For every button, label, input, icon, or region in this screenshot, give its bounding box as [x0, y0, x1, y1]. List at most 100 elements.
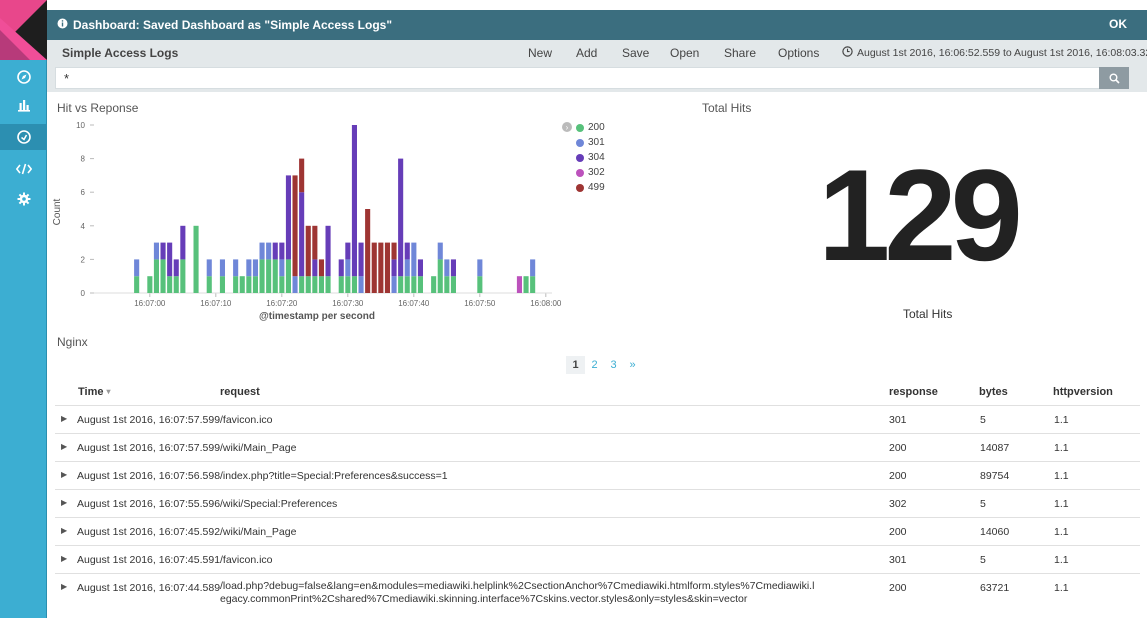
bar-segment-304 — [338, 259, 344, 277]
legend-item[interactable]: 499 — [576, 180, 605, 195]
bar-segment-499 — [299, 158, 305, 193]
sidebar — [0, 0, 47, 618]
expand-row-icon[interactable]: ▶ — [61, 582, 67, 591]
bar-segment-200 — [398, 276, 404, 293]
expand-row-icon[interactable]: ▶ — [61, 526, 67, 535]
search-button[interactable] — [1099, 67, 1129, 89]
share-button[interactable]: Share — [724, 46, 756, 60]
bar-segment-499 — [318, 259, 324, 277]
page-1-button[interactable]: 1 — [566, 356, 585, 374]
time-range-text: August 1st 2016, 16:06:52.559 to August … — [857, 47, 1147, 59]
bar-segment-200 — [239, 276, 245, 293]
dashboard-titlebar: Simple Access Logs New Add Save Open Sha… — [47, 40, 1147, 66]
bar-segment-200 — [312, 276, 318, 293]
bar-segment-304 — [167, 242, 173, 277]
cell-request-text: /index.php?title=Special:Preferences&suc… — [220, 470, 448, 482]
col-header-httpversion[interactable]: httpversion — [1053, 378, 1113, 405]
dashboard-icon[interactable] — [0, 124, 47, 150]
next-page-button[interactable]: » — [623, 356, 642, 374]
expand-row-icon[interactable]: ▶ — [61, 470, 67, 479]
y-tick-label: 4 — [81, 222, 86, 231]
bar-segment-200 — [411, 276, 417, 293]
bar-segment-200 — [153, 259, 159, 293]
time-picker[interactable]: August 1st 2016, 16:06:52.559 to August … — [842, 46, 1147, 60]
page-3-button[interactable]: 3 — [604, 356, 623, 374]
save-button[interactable]: Save — [622, 46, 649, 60]
legend-item[interactable]: 200 — [576, 120, 605, 135]
bar-segment-499 — [384, 242, 390, 293]
expand-row-icon[interactable]: ▶ — [61, 498, 67, 507]
cell-bytes: 5 — [980, 414, 986, 426]
bar-segment-200 — [299, 276, 305, 293]
notification-message: Dashboard: Saved Dashboard as "Simple Ac… — [73, 18, 393, 32]
new-button[interactable]: New — [528, 46, 552, 60]
total-hits-label: Total Hits — [903, 307, 953, 321]
col-header-response[interactable]: response — [889, 378, 938, 405]
page-2-button[interactable]: 2 — [585, 356, 604, 374]
cell-request: /wiki/Main_Page — [220, 442, 296, 455]
bar-segment-301 — [134, 259, 140, 277]
cell-request-text: /favicon.ico — [220, 414, 273, 426]
col-header-time[interactable]: Time ▾ — [78, 378, 111, 405]
y-tick-label: 8 — [81, 155, 86, 164]
bar-segment-200 — [134, 276, 140, 293]
table-row[interactable]: ▶ August 1st 2016, 16:07:44.589/load.php?… — [55, 573, 1140, 613]
bar-segment-304 — [312, 259, 318, 277]
options-button[interactable]: Options — [778, 46, 819, 60]
table-row[interactable]: ▶ August 1st 2016, 16:07:55.596/wiki/Spec… — [55, 489, 1140, 517]
legend-swatch — [576, 138, 584, 147]
legend-toggle-icon[interactable]: › — [562, 122, 572, 132]
table-row[interactable]: ▶ August 1st 2016, 16:07:45.592/wiki/Main… — [55, 517, 1140, 545]
bar-segment-200 — [173, 276, 179, 293]
legend-label: 304 — [588, 152, 605, 163]
cell-httpversion: 1.1 — [1054, 414, 1069, 426]
y-tick-label: 2 — [81, 255, 86, 264]
bar-segment-304 — [272, 242, 278, 260]
search-input[interactable] — [55, 67, 1100, 89]
bar-segment-304 — [285, 175, 291, 260]
cell-time: August 1st 2016, 16:07:45.591 — [77, 554, 221, 566]
cell-time: August 1st 2016, 16:07:56.598 — [77, 470, 221, 482]
cell-response: 301 — [889, 554, 907, 566]
bar-segment-304 — [450, 259, 456, 277]
col-header-bytes[interactable]: bytes — [979, 378, 1008, 405]
cell-response: 302 — [889, 498, 907, 510]
legend-label: 499 — [588, 182, 605, 193]
bar-segment-304 — [160, 242, 166, 260]
table-row[interactable]: ▶ August 1st 2016, 16:07:56.598/index.php… — [55, 461, 1140, 489]
legend-item[interactable]: 304 — [576, 150, 605, 165]
bar-chart-icon[interactable] — [0, 92, 47, 118]
legend-item[interactable]: 302 — [576, 165, 605, 180]
hits-bar-chart: Count 0 2 4 6 8 10 16:07:00 16:07:10 16:07:20 16:0… — [52, 121, 562, 322]
code-icon[interactable] — [0, 156, 47, 182]
kibana-logo[interactable] — [0, 0, 47, 60]
expand-row-icon[interactable]: ▶ — [61, 442, 67, 451]
add-button[interactable]: Add — [576, 46, 597, 60]
bar-segment-301 — [411, 242, 417, 277]
gear-icon[interactable] — [0, 186, 47, 212]
bar-segment-301 — [219, 259, 225, 277]
cell-request: /favicon.ico — [220, 554, 273, 567]
bar-segment-304 — [351, 125, 357, 277]
col-header-request[interactable]: request — [220, 378, 260, 405]
cell-time: August 1st 2016, 16:07:44.589 — [77, 582, 221, 594]
legend-item[interactable]: 301 — [576, 135, 605, 150]
open-button[interactable]: Open — [670, 46, 699, 60]
table-row[interactable]: ▶ August 1st 2016, 16:07:45.591/favicon.i… — [55, 545, 1140, 573]
expand-row-icon[interactable]: ▶ — [61, 414, 67, 423]
sort-desc-icon[interactable]: ▾ — [106, 387, 110, 396]
bar-segment-304 — [180, 225, 186, 260]
info-icon — [57, 18, 68, 32]
table-row[interactable]: ▶ August 1st 2016, 16:07:57.599/favicon.i… — [55, 405, 1140, 433]
bar-segment-301 — [252, 259, 258, 277]
legend-swatch — [576, 123, 584, 132]
table-row[interactable]: ▶ August 1st 2016, 16:07:57.599/wiki/Main… — [55, 433, 1140, 461]
ok-button[interactable]: OK — [1109, 17, 1127, 31]
bar-segment-200 — [167, 276, 173, 293]
compass-icon[interactable] — [0, 64, 47, 90]
expand-row-icon[interactable]: ▶ — [61, 554, 67, 563]
bar-segment-301 — [233, 259, 239, 277]
bar-segment-200 — [444, 276, 450, 293]
pagination: 1 2 3 » — [566, 356, 642, 374]
bar-segment-301 — [391, 276, 397, 293]
